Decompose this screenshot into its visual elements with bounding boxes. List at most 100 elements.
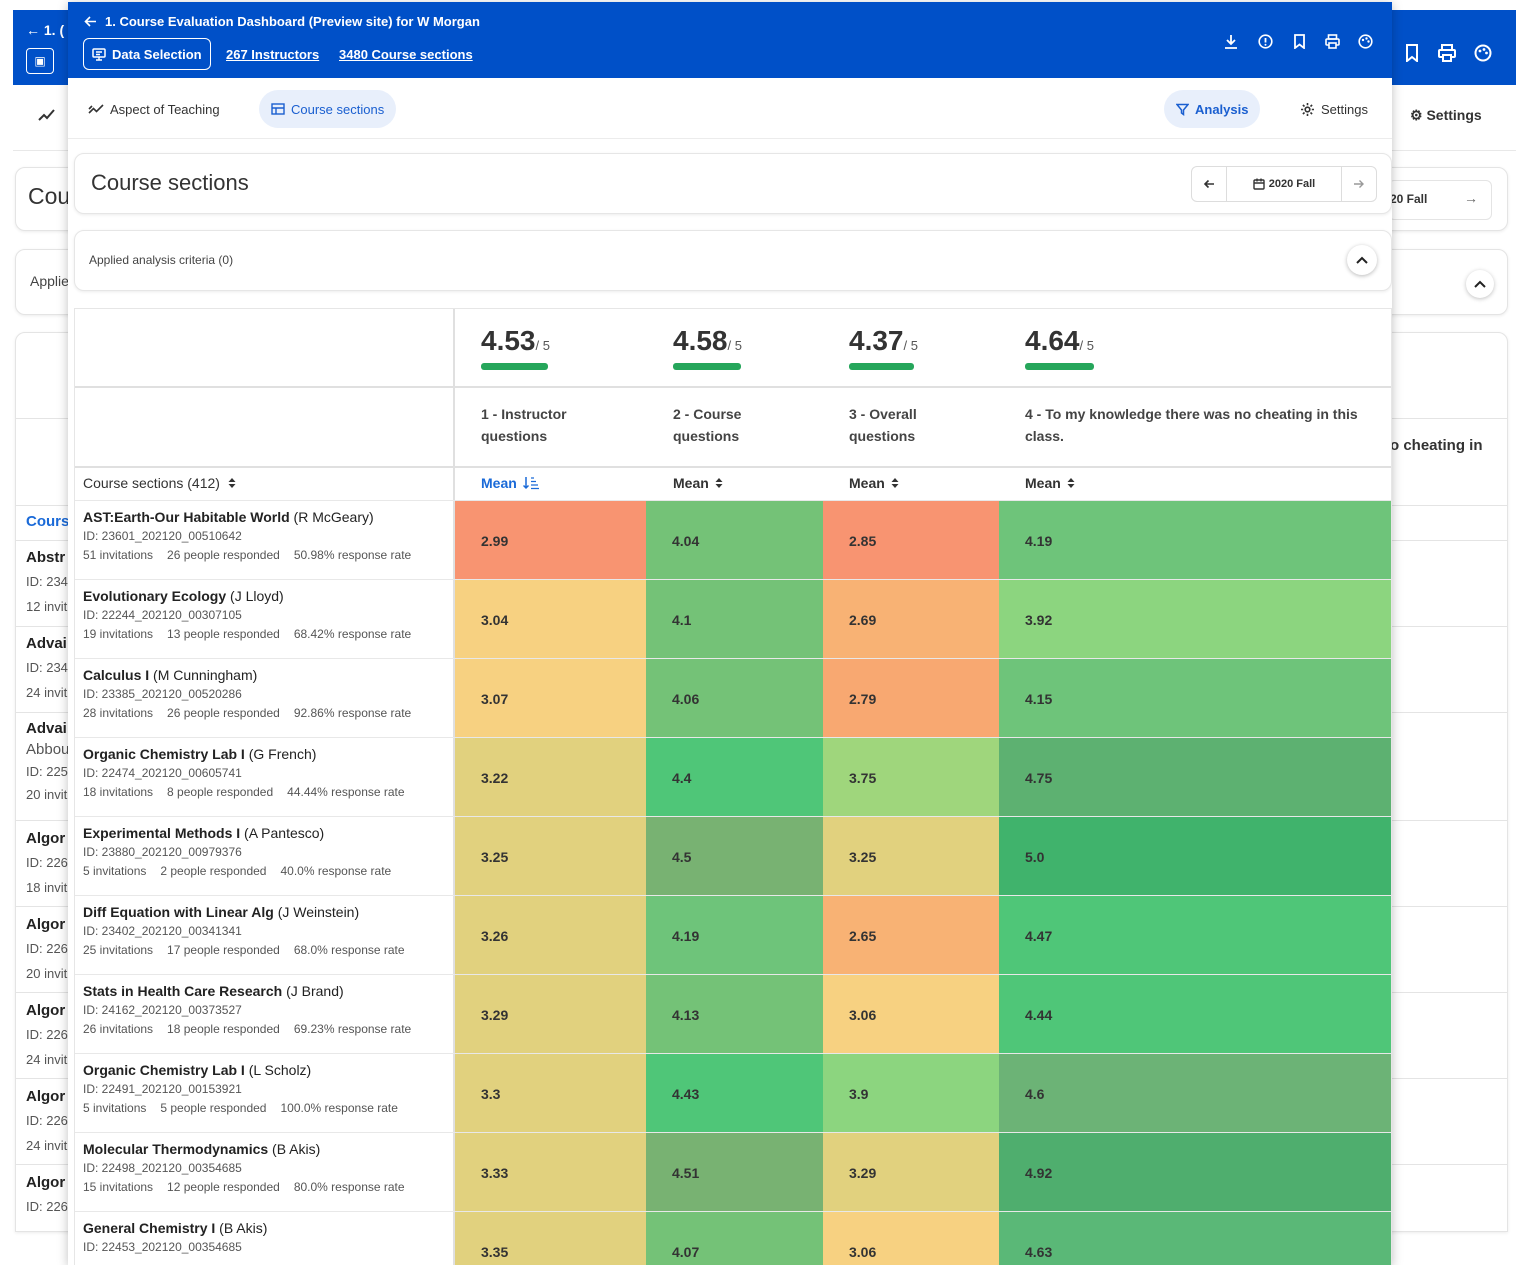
- mean-cell: 2.85: [823, 501, 999, 580]
- background-column-header[interactable]: Cours: [26, 513, 69, 530]
- term-selector[interactable]: 2020 Fall: [1226, 167, 1342, 201]
- data-selection-button[interactable]: Data Selection: [83, 38, 211, 70]
- background-back-link[interactable]: ← 1. (: [26, 22, 64, 38]
- background-list-item[interactable]: Abstr ID: 234 12 invit: [26, 549, 68, 614]
- analysis-button[interactable]: Analysis: [1164, 90, 1261, 128]
- background-trend-icon[interactable]: [38, 108, 56, 126]
- table-row[interactable]: Organic Chemistry Lab I (L Scholz) ID: 2…: [75, 1053, 1391, 1133]
- course-name[interactable]: Evolutionary Ecology (J Lloyd): [83, 588, 451, 604]
- score-denominator: / 5: [1079, 338, 1094, 353]
- background-row-title: Algor: [26, 916, 66, 933]
- back-link[interactable]: 1. Course Evaluation Dashboard (Preview …: [84, 14, 480, 29]
- score-bar: [849, 363, 914, 370]
- table-row[interactable]: Experimental Methods I (A Pantesco) ID: …: [75, 816, 1391, 896]
- header-divider: [75, 466, 1391, 468]
- responses-count: 26 people responded: [167, 548, 280, 562]
- palette-icon[interactable]: [1354, 34, 1376, 56]
- background-print-icon[interactable]: [1438, 44, 1456, 67]
- next-term-button[interactable]: [1342, 167, 1376, 201]
- course-name[interactable]: General Chemistry I (B Akis): [83, 1220, 451, 1236]
- course-title: AST:Earth-Our Habitable World: [83, 509, 290, 525]
- table-row[interactable]: Calculus I (M Cunningham) ID: 23385_2021…: [75, 658, 1391, 738]
- mean-cell: 4.19: [999, 501, 1391, 580]
- background-list-item[interactable]: Algor ID: 226: [26, 1174, 68, 1214]
- table-row[interactable]: General Chemistry I (B Akis) ID: 22453_2…: [75, 1211, 1391, 1265]
- tab-aspect-of-teaching[interactable]: Aspect of Teaching: [76, 90, 232, 128]
- table-row[interactable]: Organic Chemistry Lab I (G French) ID: 2…: [75, 737, 1391, 817]
- mean-cell: 2.65: [823, 896, 999, 975]
- table-row[interactable]: Molecular Thermodynamics (B Akis) ID: 22…: [75, 1132, 1391, 1212]
- background-list-item[interactable]: Advai ID: 234 24 invit: [26, 635, 68, 700]
- invitations-count: 19 invitations: [83, 627, 154, 641]
- sort-mean-course[interactable]: Mean: [673, 475, 723, 491]
- score-value: 4.58: [673, 325, 728, 356]
- course-stats: 18 invitations 8 people responded 44.44% r…: [83, 785, 451, 799]
- score-value: 4.37: [849, 325, 904, 356]
- mean-cell: 4.51: [646, 1133, 823, 1212]
- mean-cell: 4.15: [999, 659, 1391, 738]
- course-name[interactable]: Experimental Methods I (A Pantesco): [83, 825, 451, 841]
- sort-mean-cheating[interactable]: Mean: [1025, 475, 1075, 491]
- download-icon[interactable]: [1220, 34, 1242, 56]
- course-info: Experimental Methods I (A Pantesco) ID: …: [83, 825, 451, 878]
- response-rate: 50.98% response rate: [293, 548, 412, 562]
- app-title: 1. Course Evaluation Dashboard (Preview …: [105, 14, 480, 29]
- course-info: Organic Chemistry Lab I (G French) ID: 2…: [83, 746, 451, 799]
- background-next-term-icon[interactable]: →: [1464, 190, 1478, 206]
- background-palette-icon[interactable]: [1474, 44, 1492, 67]
- background-list-item[interactable]: Algor ID: 226 20 invit: [26, 916, 68, 981]
- background-list-item[interactable]: Algor ID: 226 24 invit: [26, 1088, 68, 1153]
- mean-cell: 3.29: [823, 1133, 999, 1212]
- print-icon[interactable]: [1321, 34, 1343, 56]
- course-info: Diff Equation with Linear Alg (J Weinste…: [83, 904, 451, 957]
- table-row[interactable]: Evolutionary Ecology (J Lloyd) ID: 22244…: [75, 579, 1391, 659]
- course-name[interactable]: Stats in Health Care Research (J Brand): [83, 983, 451, 999]
- question-label-course: 2 - Course questions: [673, 403, 741, 447]
- instructors-link[interactable]: 267 Instructors: [226, 47, 319, 62]
- background-list-item[interactable]: Algor ID: 226 24 invit: [26, 1002, 68, 1067]
- background-term[interactable]: 20 Fall: [1390, 192, 1427, 206]
- course-info: General Chemistry I (B Akis) ID: 22453_2…: [83, 1220, 451, 1254]
- course-title: Experimental Methods I: [83, 825, 241, 841]
- collapse-criteria-button[interactable]: [1347, 245, 1377, 275]
- sort-mean-overall[interactable]: Mean: [849, 475, 899, 491]
- sort-icon: [715, 478, 723, 488]
- info-icon[interactable]: [1254, 34, 1276, 56]
- course-name[interactable]: AST:Earth-Our Habitable World (R McGeary…: [83, 509, 451, 525]
- bookmark-icon[interactable]: [1288, 34, 1310, 56]
- table-row[interactable]: AST:Earth-Our Habitable World (R McGeary…: [75, 500, 1391, 580]
- course-name[interactable]: Diff Equation with Linear Alg (J Weinste…: [83, 904, 451, 920]
- background-row-title: Algor: [26, 1088, 66, 1105]
- mean-cell: 4.6: [999, 1054, 1391, 1133]
- response-rate: 68.0% response rate: [293, 943, 405, 957]
- background-list-item[interactable]: Advai Abbou ID: 225 20 invit: [26, 720, 68, 802]
- question-text: 1 - Instructor: [481, 406, 567, 422]
- course-name[interactable]: Organic Chemistry Lab I (L Scholz): [83, 1062, 451, 1078]
- previous-term-button[interactable]: [1192, 167, 1226, 201]
- course-title: Organic Chemistry Lab I: [83, 746, 245, 762]
- page-title-card: Course sections 2020 Fall: [74, 153, 1392, 214]
- course-name[interactable]: Molecular Thermodynamics (B Akis): [83, 1141, 451, 1157]
- mean-cell: 2.79: [823, 659, 999, 738]
- applied-criteria-label: Applied analysis criteria (0): [89, 253, 234, 267]
- table-row[interactable]: Diff Equation with Linear Alg (J Weinste…: [75, 895, 1391, 975]
- course-id: ID: 23385_202120_00520286: [83, 687, 242, 701]
- background-data-selection-icon[interactable]: ▣: [26, 48, 54, 74]
- tab-settings[interactable]: Settings: [1288, 90, 1380, 128]
- mean-cell: 4.63: [999, 1212, 1391, 1265]
- course-sections-link[interactable]: 3480 Course sections: [339, 47, 473, 62]
- sort-course-sections[interactable]: Course sections (412): [83, 475, 236, 491]
- filter-icon: [1176, 103, 1189, 116]
- background-collapse-chevron-icon[interactable]: [1466, 270, 1494, 298]
- course-name[interactable]: Organic Chemistry Lab I (G French): [83, 746, 451, 762]
- mean-cell: 3.04: [455, 580, 646, 659]
- tab-course-sections[interactable]: Course sections: [259, 90, 397, 128]
- responses-count: 17 people responded: [167, 943, 280, 957]
- background-row-id: ID: 226: [26, 941, 68, 956]
- sort-mean-instructor[interactable]: Mean: [481, 475, 539, 491]
- background-bookmark-icon[interactable]: [1404, 44, 1420, 67]
- course-name[interactable]: Calculus I (M Cunningham): [83, 667, 451, 683]
- background-settings-tab[interactable]: ⚙ Settings: [1410, 107, 1482, 124]
- table-row[interactable]: Stats in Health Care Research (J Brand) …: [75, 974, 1391, 1054]
- background-list-item[interactable]: Algor ID: 226 18 invit: [26, 830, 68, 895]
